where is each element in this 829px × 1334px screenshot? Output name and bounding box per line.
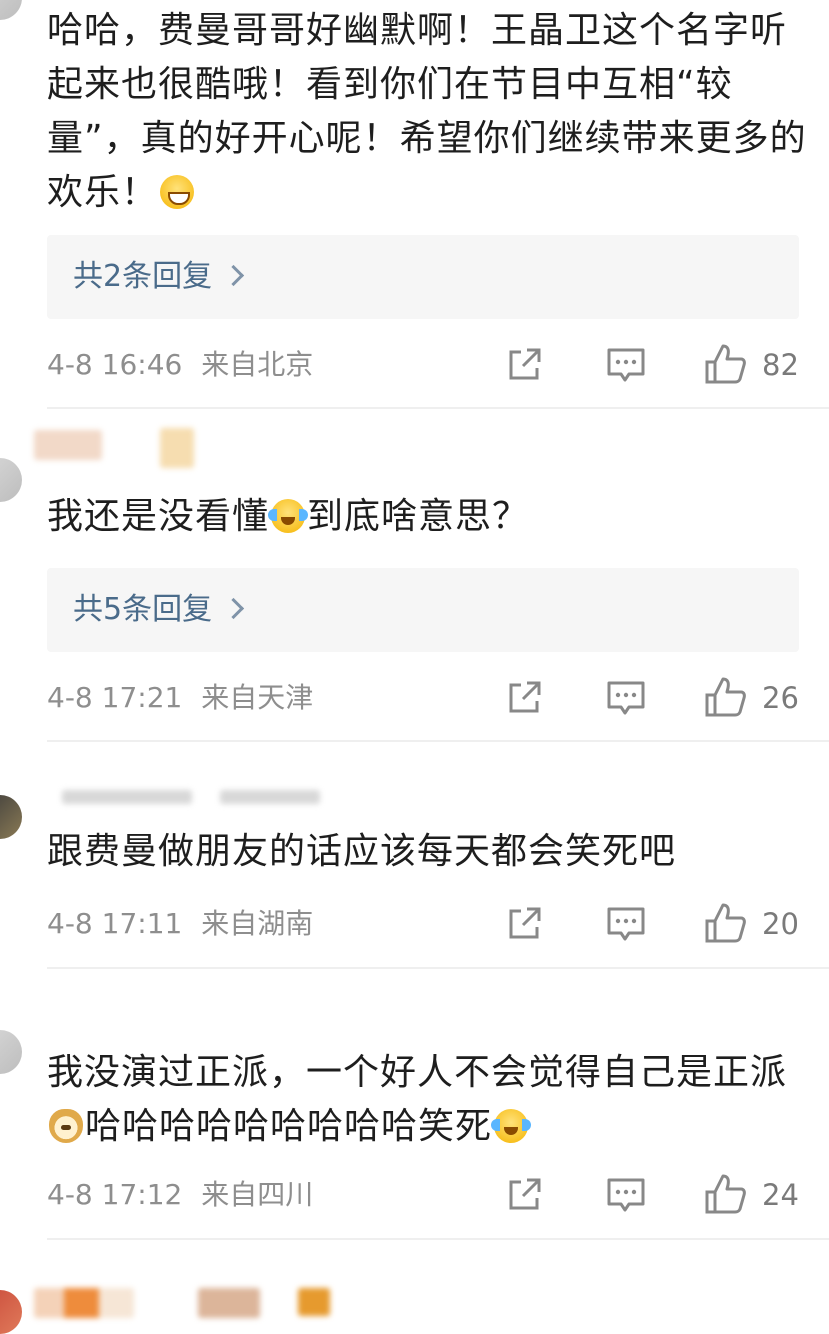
divider <box>47 1238 829 1240</box>
comment-icon <box>607 348 645 382</box>
like-button[interactable] <box>703 901 747 945</box>
username-redacted <box>62 790 192 804</box>
like-count: 24 <box>762 1178 799 1212</box>
comment-meta: 4-8 17:11 来自湖南 <box>47 904 313 944</box>
share-icon <box>509 907 541 939</box>
user-avatar[interactable] <box>0 458 22 502</box>
laugh-cry-emoji-icon <box>491 1109 532 1143</box>
comment-time: 4-8 17:11 <box>47 907 183 940</box>
user-avatar[interactable] <box>0 0 22 20</box>
user-badge <box>298 1288 330 1316</box>
share-icon <box>509 348 541 380</box>
comment-icon <box>607 1178 645 1212</box>
chevron-right-icon <box>222 597 245 620</box>
doge-emoji-icon <box>49 1109 83 1143</box>
username-redacted <box>34 430 102 460</box>
comment-icon <box>607 681 645 715</box>
comment-text: 我还是没看懂 到底啥意思？ <box>47 496 530 537</box>
share-button[interactable] <box>505 1174 545 1218</box>
thumbs-up-icon <box>705 903 746 943</box>
like-count: 26 <box>762 681 799 715</box>
comment-button[interactable] <box>605 677 647 721</box>
grin-emoji-icon <box>160 175 195 209</box>
like-count: 20 <box>762 907 799 941</box>
share-icon <box>509 681 541 713</box>
share-button[interactable] <box>505 344 545 388</box>
share-icon <box>509 1178 541 1210</box>
thumbs-up-icon <box>705 344 746 384</box>
comment-text: 跟费曼做朋友的话应该每天都会笑死吧 <box>47 831 677 872</box>
comment-meta: 4-8 16:46 来自北京 <box>47 345 313 385</box>
user-avatar[interactable] <box>0 795 22 839</box>
comment-button[interactable] <box>605 903 647 947</box>
comment-location: 来自湖南 <box>201 907 314 940</box>
username-redacted <box>220 790 320 804</box>
user-badge <box>160 428 194 468</box>
replies-label: 共5条回复 <box>73 592 213 627</box>
chevron-right-icon <box>222 264 245 287</box>
like-button[interactable] <box>703 1172 747 1216</box>
comment-meta: 4-8 17:12 来自四川 <box>47 1175 313 1215</box>
comment-button[interactable] <box>605 1174 647 1218</box>
comment-text: 我没演过正派，一个好人不会觉得自己是正派哈哈哈哈哈哈哈哈哈笑死 <box>47 1052 788 1147</box>
like-count: 82 <box>762 348 799 382</box>
divider <box>47 407 829 409</box>
divider <box>47 967 829 969</box>
comment-location: 来自天津 <box>201 681 314 714</box>
like-button[interactable] <box>703 342 747 386</box>
like-button[interactable] <box>703 675 747 719</box>
user-avatar[interactable] <box>0 1290 22 1334</box>
comment-time: 4-8 17:12 <box>47 1178 183 1211</box>
comment-time: 4-8 16:46 <box>47 348 183 381</box>
comment-text: 哈哈，费曼哥哥好幽默啊！王晶卫这个名字听起来也很酷哦！看到你们在节目中互相“较量… <box>47 10 807 213</box>
comment-time: 4-8 17:21 <box>47 681 183 714</box>
comment-icon <box>607 907 645 941</box>
share-button[interactable] <box>505 677 545 721</box>
comment-button[interactable] <box>605 344 647 388</box>
laugh-cry-emoji-icon <box>268 499 309 533</box>
username-redacted <box>34 1288 134 1318</box>
comment-location: 来自北京 <box>201 348 314 381</box>
share-button[interactable] <box>505 903 545 947</box>
comment-meta: 4-8 17:21 来自天津 <box>47 678 313 718</box>
username-redacted <box>198 1288 260 1318</box>
replies-link[interactable]: 共2条回复 <box>47 235 799 319</box>
user-avatar[interactable] <box>0 1030 22 1074</box>
replies-link[interactable]: 共5条回复 <box>47 568 799 652</box>
divider <box>47 740 829 742</box>
comment-location: 来自四川 <box>201 1178 314 1211</box>
replies-label: 共2条回复 <box>73 259 213 294</box>
thumbs-up-icon <box>705 677 746 717</box>
thumbs-up-icon <box>705 1174 746 1214</box>
